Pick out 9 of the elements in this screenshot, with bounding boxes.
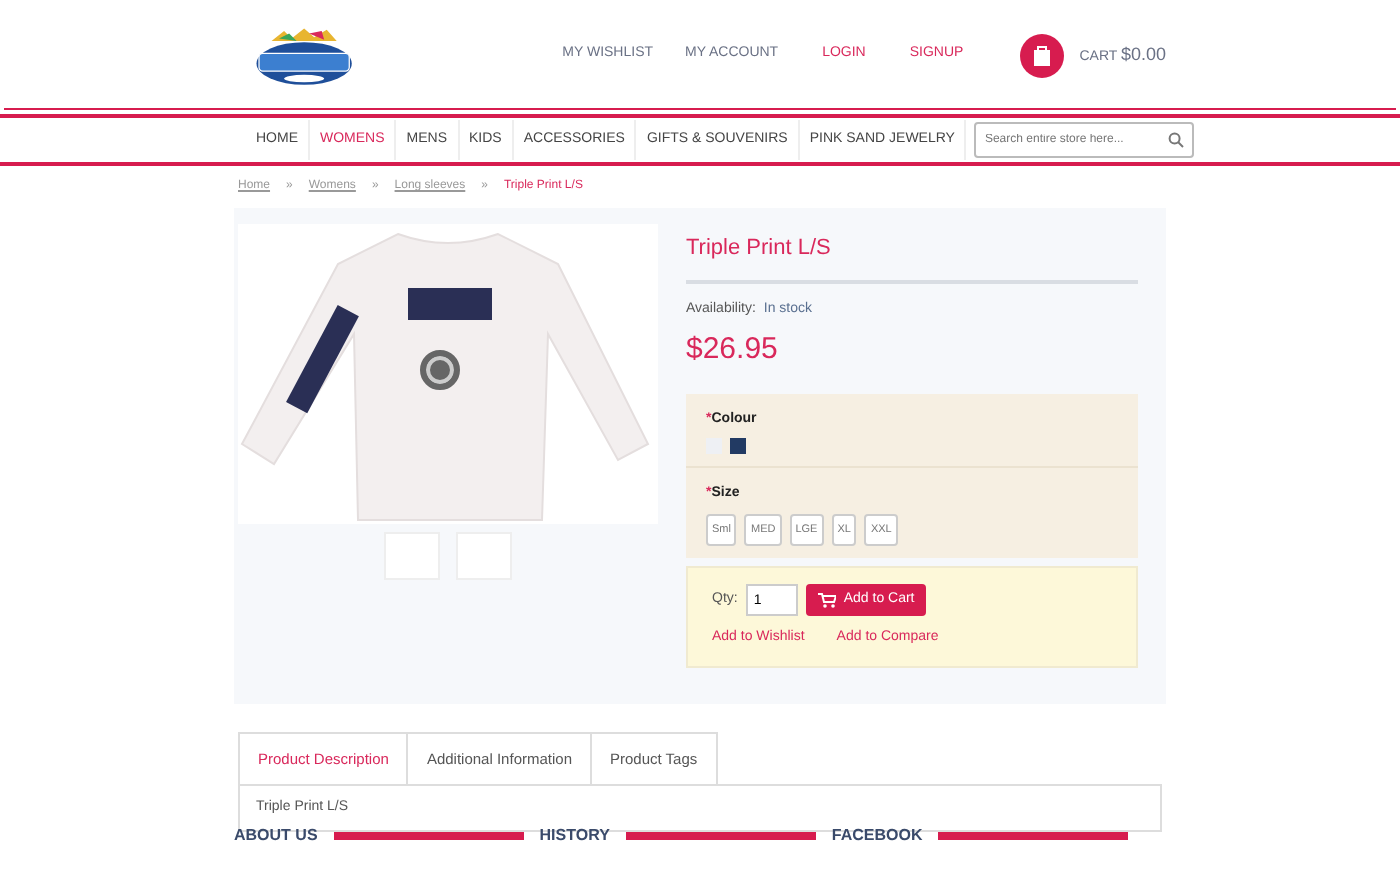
cart-bag-icon[interactable] <box>1019 33 1064 77</box>
colour-swatch[interactable] <box>730 438 746 454</box>
footer-heading: FACEBOOK <box>831 828 923 845</box>
product-title: Triple Print L/S <box>686 232 1138 283</box>
footer-heading: HISTORY <box>539 828 610 845</box>
search-icon[interactable] <box>1168 132 1185 148</box>
footer-heading: ABOUT US <box>234 828 318 845</box>
product-price: $26.95 <box>686 330 780 370</box>
cart-icon <box>817 592 836 608</box>
